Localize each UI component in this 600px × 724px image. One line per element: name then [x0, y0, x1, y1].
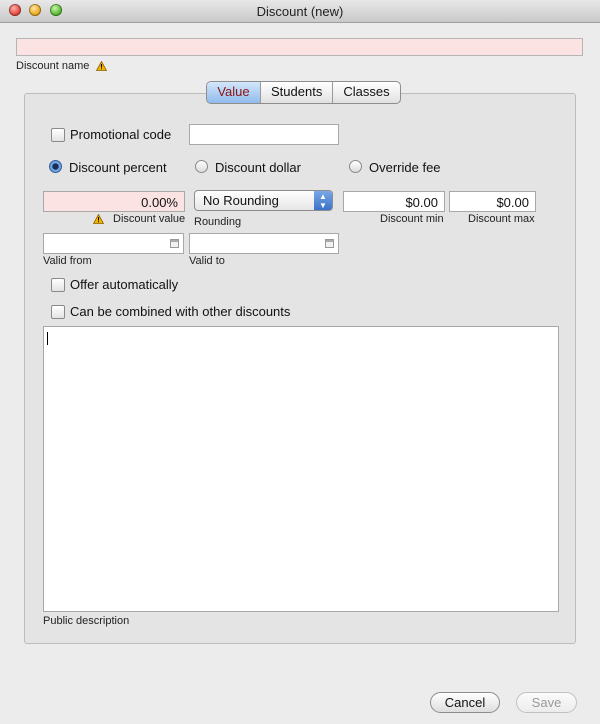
calendar-icon[interactable]	[170, 239, 179, 248]
rounding-label: Rounding	[194, 216, 242, 228]
public-description-textarea[interactable]	[43, 326, 559, 612]
valid-from-label: Valid from	[43, 255, 92, 267]
discount-max-input[interactable]: $0.00	[449, 191, 536, 212]
tab-classes[interactable]: Classes	[333, 82, 399, 103]
discount-min-input[interactable]: $0.00	[343, 191, 445, 212]
discount-percent-label: Discount percent	[69, 160, 167, 175]
warning-icon	[96, 61, 107, 71]
select-arrows-icon: ▲ ▼	[314, 191, 332, 210]
warning-icon	[93, 214, 104, 224]
tab-bar: Value Students Classes	[206, 81, 401, 104]
save-button[interactable]: Save	[516, 692, 577, 713]
offer-automatically-checkbox[interactable]	[51, 278, 65, 292]
promotional-code-input[interactable]	[189, 124, 339, 145]
discount-value-input[interactable]: 0.00%	[43, 191, 185, 212]
text-caret	[47, 332, 48, 345]
discount-min-label: Discount min	[380, 213, 444, 225]
discount-dollar-label: Discount dollar	[215, 160, 301, 175]
discount-percent-radio[interactable]	[49, 160, 62, 173]
window-titlebar[interactable]: Discount (new)	[0, 0, 600, 23]
override-fee-label: Override fee	[369, 160, 441, 175]
calendar-icon[interactable]	[325, 239, 334, 248]
discount-max-label: Discount max	[468, 213, 535, 225]
discount-dollar-radio[interactable]	[195, 160, 208, 173]
rounding-select[interactable]: No Rounding ▲ ▼	[194, 190, 333, 211]
valid-to-input[interactable]	[189, 233, 339, 254]
discount-name-label: Discount name	[16, 60, 90, 72]
promotional-code-checkbox[interactable]	[51, 128, 65, 142]
valid-from-input[interactable]	[43, 233, 184, 254]
window-title: Discount (new)	[256, 4, 344, 19]
combinable-label: Can be combined with other discounts	[70, 304, 291, 319]
discount-name-input[interactable]	[16, 38, 583, 56]
cancel-button[interactable]: Cancel	[430, 692, 500, 713]
public-description-label: Public description	[43, 615, 130, 627]
discount-value-label: Discount value	[113, 213, 186, 225]
offer-automatically-label: Offer automatically	[70, 277, 179, 292]
tab-students[interactable]: Students	[261, 82, 334, 103]
combinable-checkbox[interactable]	[51, 305, 65, 319]
promotional-code-label: Promotional code	[70, 127, 172, 142]
override-fee-radio[interactable]	[349, 160, 362, 173]
valid-to-label: Valid to	[189, 255, 225, 267]
tab-value[interactable]: Value	[207, 82, 261, 103]
